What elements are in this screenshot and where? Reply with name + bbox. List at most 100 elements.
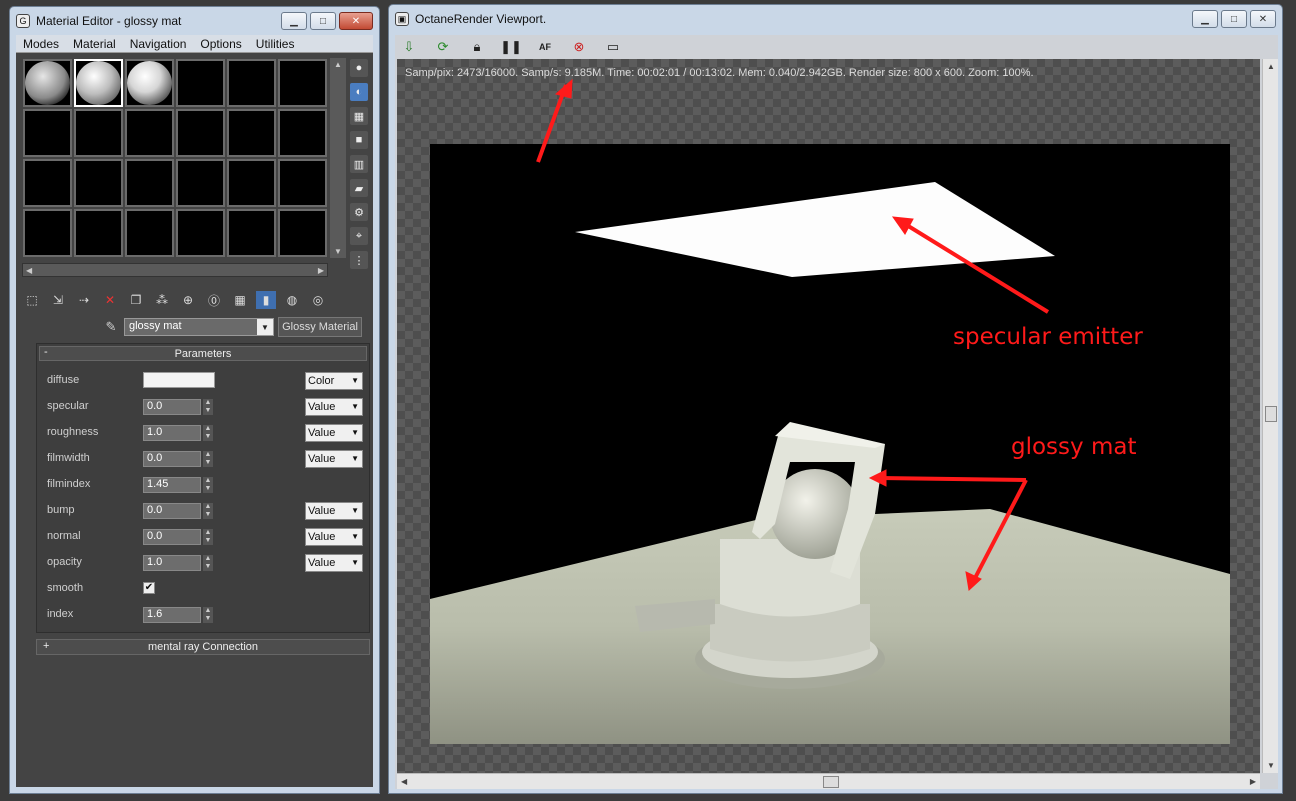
viewport-horizontal-scrollbar[interactable]: ◀ ▶	[397, 773, 1260, 789]
minimize-button[interactable]: ▁	[1192, 10, 1218, 28]
param-mode-dropdown[interactable]: Value ▼	[305, 424, 363, 442]
select-by-material-icon[interactable]: ⌖	[350, 227, 368, 245]
parameters-rollout-header[interactable]: - Parameters	[39, 346, 367, 361]
menu-options[interactable]: Options	[193, 37, 248, 51]
sample-slot[interactable]	[176, 59, 225, 107]
param-spinner-field[interactable]: 0.0	[143, 399, 201, 415]
stop-render-icon[interactable]: ⊗	[569, 38, 589, 56]
sample-slot[interactable]	[227, 59, 276, 107]
menu-navigation[interactable]: Navigation	[123, 37, 194, 51]
show-shaded-icon[interactable]: ▦	[230, 291, 250, 309]
uv-tiling-icon[interactable]: ■	[350, 131, 368, 149]
spinner-arrows-icon[interactable]: ▲ ▼	[203, 477, 213, 493]
restart-render-icon[interactable]: ⟳	[433, 38, 453, 56]
sample-slot[interactable]	[125, 59, 174, 107]
sample-slot[interactable]	[23, 159, 72, 207]
spinner-arrows-icon[interactable]: ▲ ▼	[203, 555, 213, 571]
sample-slot[interactable]	[74, 159, 123, 207]
spinner-arrows-icon[interactable]: ▲ ▼	[203, 529, 213, 545]
backlight-icon[interactable]: ◐	[350, 83, 368, 101]
sample-slot[interactable]	[23, 209, 72, 257]
slots-vertical-scrollbar[interactable]: ▲ ▼	[330, 58, 346, 258]
param-spinner-field[interactable]: 1.45	[143, 477, 201, 493]
material-id-channel-icon[interactable]: ⓪	[204, 291, 224, 309]
reset-map-icon[interactable]: ✕	[100, 291, 120, 309]
close-button[interactable]: ✕	[339, 12, 373, 30]
menu-modes[interactable]: Modes	[16, 37, 66, 51]
maximize-button[interactable]: □	[310, 12, 336, 30]
sample-slot[interactable]	[176, 109, 225, 157]
sample-slot[interactable]	[125, 109, 174, 157]
sample-slot[interactable]	[227, 109, 276, 157]
param-mode-dropdown[interactable]: Value ▼	[305, 398, 363, 416]
menu-utilities[interactable]: Utilities	[249, 37, 302, 51]
scroll-down-icon[interactable]: ▼	[1267, 761, 1275, 770]
show-end-result-icon[interactable]: ▮	[256, 291, 276, 309]
sample-slot[interactable]	[74, 209, 123, 257]
background-checker-icon[interactable]: ▦	[350, 107, 368, 125]
smooth-checkbox[interactable]: ✔	[143, 582, 155, 594]
lock-icon[interactable]: 🔒︎	[467, 38, 487, 56]
scroll-right-icon[interactable]: ▶	[318, 266, 324, 275]
sample-slot[interactable]	[125, 209, 174, 257]
scroll-right-icon[interactable]: ▶	[1250, 777, 1256, 786]
scroll-left-icon[interactable]: ◀	[401, 777, 407, 786]
param-mode-dropdown[interactable]: Color ▼	[305, 372, 363, 390]
sample-slot[interactable]	[278, 109, 327, 157]
video-color-check-icon[interactable]: ▥	[350, 155, 368, 173]
param-mode-dropdown[interactable]: Value ▼	[305, 450, 363, 468]
slots-horizontal-scrollbar[interactable]: ◀ ▶	[22, 263, 328, 277]
param-mode-dropdown[interactable]: Value ▼	[305, 502, 363, 520]
scroll-thumb[interactable]	[1265, 406, 1277, 422]
param-mode-dropdown[interactable]: Value ▼	[305, 528, 363, 546]
spinner-arrows-icon[interactable]: ▲ ▼	[203, 607, 213, 623]
param-spinner-field[interactable]: 0.0	[143, 529, 201, 545]
menu-material[interactable]: Material	[66, 37, 123, 51]
sample-slot-selected[interactable]	[74, 59, 123, 107]
param-spinner-field[interactable]: 1.0	[143, 555, 201, 571]
copy-material-icon[interactable]: ❐	[126, 291, 146, 309]
spinner-arrows-icon[interactable]: ▲ ▼	[203, 425, 213, 441]
display-settings-icon[interactable]: ▭	[603, 38, 623, 56]
sample-slot[interactable]	[278, 159, 327, 207]
render-viewport[interactable]: Samp/pix: 2473/16000. Samp/s: 9.185M. Ti…	[397, 59, 1260, 773]
sample-slot[interactable]	[23, 59, 72, 107]
scroll-up-icon[interactable]: ▲	[334, 60, 342, 69]
chevron-down-icon[interactable]: ▼	[257, 319, 273, 335]
sample-slot[interactable]	[227, 209, 276, 257]
param-spinner-field[interactable]: 1.0	[143, 425, 201, 441]
material-type-button[interactable]: Glossy Material	[278, 317, 362, 337]
go-to-parent-icon[interactable]: ◍	[282, 291, 302, 309]
scroll-down-icon[interactable]: ▼	[334, 247, 342, 256]
sample-type-icon[interactable]: ●	[350, 59, 368, 77]
viewport-vertical-scrollbar[interactable]: ▲ ▼	[1262, 59, 1278, 773]
scroll-thumb[interactable]	[823, 776, 839, 788]
maximize-button[interactable]: □	[1221, 10, 1247, 28]
spinner-arrows-icon[interactable]: ▲ ▼	[203, 503, 213, 519]
param-spinner-field[interactable]: 0.0	[143, 451, 201, 467]
sample-slot[interactable]	[23, 109, 72, 157]
param-spinner-field[interactable]: 1.6	[143, 607, 201, 623]
sample-slot[interactable]	[176, 159, 225, 207]
get-material-icon[interactable]: ⬚	[22, 291, 42, 309]
scroll-up-icon[interactable]: ▲	[1267, 62, 1275, 71]
diffuse-color-swatch[interactable]	[143, 372, 215, 388]
param-spinner-field[interactable]: 0.0	[143, 503, 201, 519]
send-scene-icon[interactable]: ⇩	[399, 38, 419, 56]
sample-slot[interactable]	[176, 209, 225, 257]
spinner-arrows-icon[interactable]: ▲ ▼	[203, 451, 213, 467]
mental-ray-connection-rollout[interactable]: + mental ray Connection	[36, 639, 370, 655]
minimize-button[interactable]: ▁	[281, 12, 307, 30]
go-forward-sibling-icon[interactable]: ◎	[308, 291, 328, 309]
options-icon[interactable]: ⚙	[350, 203, 368, 221]
sample-slot[interactable]	[125, 159, 174, 207]
pause-icon[interactable]: ❚❚	[500, 38, 522, 56]
scroll-left-icon[interactable]: ◀	[26, 266, 32, 275]
spinner-arrows-icon[interactable]: ▲ ▼	[203, 399, 213, 415]
sample-slot[interactable]	[278, 59, 327, 107]
put-to-scene-icon[interactable]: ⇲	[48, 291, 68, 309]
close-button[interactable]: ✕	[1250, 10, 1276, 28]
autofocus-icon[interactable]: AF	[535, 38, 555, 56]
eyedropper-icon[interactable]: ✎	[102, 318, 120, 336]
param-mode-dropdown[interactable]: Value ▼	[305, 554, 363, 572]
